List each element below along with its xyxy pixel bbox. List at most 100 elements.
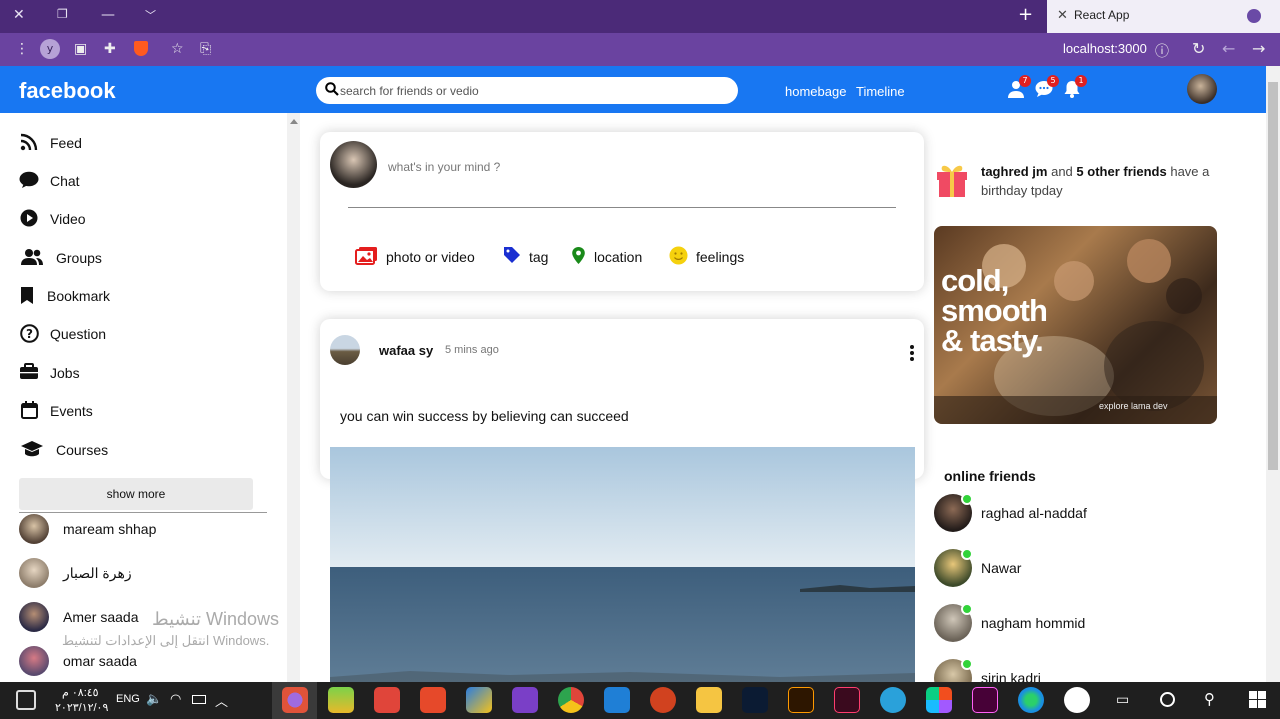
office-icon[interactable] [420,687,446,713]
online-status-dot [961,603,973,615]
browser-tab[interactable]: ✕ React App [1047,0,1280,33]
telegram-icon[interactable] [880,687,906,713]
close-tab-icon[interactable]: ✕ [1057,8,1068,23]
share-divider [348,207,896,208]
back-icon[interactable]: ← [1222,39,1235,58]
minimize-window-icon[interactable]: — [101,7,115,23]
share-option-feelings[interactable]: feelings [669,246,744,268]
sidebar-item-events[interactable]: Events [19,399,93,423]
friend-list-item[interactable]: Amer saada [19,602,138,632]
sidebar-item-feed[interactable]: Feed [19,131,82,155]
github-icon[interactable] [1064,687,1090,713]
birthday-others[interactable]: 5 other friends [1076,164,1166,179]
bluestacks-icon[interactable] [328,687,354,713]
online-friend-item[interactable]: raghad al-naddaf [934,493,1087,532]
search-bar[interactable] [316,77,738,104]
share-icon[interactable]: ⎘ [200,41,211,57]
online-friend-name: Nawar [981,560,1022,576]
tab-title: React App [1074,8,1130,22]
figma-icon[interactable] [926,687,952,713]
url-text[interactable]: localhost:3000 [1063,41,1147,56]
chrome-icon[interactable] [558,687,584,713]
post-avatar[interactable] [330,335,360,365]
taskbar-time[interactable]: ٠٨:٤٥ م [62,686,99,699]
search-taskbar-icon[interactable]: ⚲ [1204,690,1215,708]
search-input[interactable] [340,80,720,101]
sidebar-scrollbar[interactable] [287,113,300,682]
sidebar-item-question[interactable]: ? Question [19,322,106,346]
file-explorer-icon[interactable] [696,687,722,713]
illustrator-icon[interactable] [788,687,814,713]
friend-requests-button[interactable]: 7 [1007,75,1031,100]
vscode-icon[interactable] [604,687,630,713]
homepage-link[interactable]: homebage [785,84,846,99]
sidebar-item-chat[interactable]: Chat [19,169,80,193]
timeline-link[interactable]: Timeline [856,84,905,99]
reload-icon[interactable]: ↻ [1192,39,1205,58]
taskbar-language[interactable]: ENG [116,693,140,705]
snipping-tool-icon[interactable] [466,687,492,713]
edge-icon[interactable] [1018,687,1044,713]
share-avatar[interactable] [330,141,377,188]
sidebar-item-groups[interactable]: Groups [19,246,102,270]
postman-icon[interactable] [650,687,676,713]
site-info-icon[interactable]: ⓘ [1155,41,1169,61]
forward-icon[interactable]: → [1252,39,1265,58]
xd-icon[interactable] [972,687,998,713]
birthday-name[interactable]: taghred jm [981,164,1047,179]
messages-button[interactable]: 5 [1035,75,1059,100]
new-tab-button[interactable]: + [1018,4,1033,25]
scroll-up-arrow-icon[interactable] [290,119,298,124]
ad-banner[interactable]: cold, smooth & tasty. explore lama dev [934,226,1217,424]
post-more-icon[interactable] [906,344,918,366]
close-window-icon[interactable]: ✕ [13,7,25,23]
show-more-button[interactable]: show more [19,478,253,510]
sidebar-toggle-icon[interactable]: ▣ [74,41,87,57]
taskbar-date[interactable]: ٢٠٢٣/١٢/٠٩ [55,701,108,714]
brave-shield-icon[interactable] [134,41,148,56]
task-view-icon[interactable]: ▭ [1116,692,1129,708]
page-scrollbar[interactable] [1266,66,1280,682]
notifications-button[interactable]: 1 [1063,75,1087,100]
online-friend-item[interactable]: nagham hommid [934,603,1085,642]
share-input[interactable] [388,158,888,176]
battery-icon[interactable] [192,695,206,704]
extensions-icon[interactable]: ✚ [104,41,116,57]
friend-list-item[interactable]: زهرة الصبار [19,558,132,588]
online-friend-item[interactable]: Nawar [934,548,1022,587]
menu-dots-icon[interactable]: ⋮ [15,41,29,57]
browser-profile-avatar[interactable]: y [40,39,60,59]
share-option-photo[interactable]: photo or video [355,246,475,268]
post-image[interactable] [330,447,915,682]
visual-studio-icon[interactable] [512,687,538,713]
photoshop-icon[interactable] [742,687,768,713]
sidebar-item-courses[interactable]: Courses [19,438,108,462]
cortana-icon[interactable] [1160,692,1175,707]
friend-list-item[interactable]: omar saada [19,646,137,676]
profile-avatar[interactable] [1187,74,1217,104]
share-option-tag[interactable]: tag [503,246,548,267]
brave-browser-icon[interactable] [282,687,308,713]
indesign-icon[interactable] [834,687,860,713]
wifi-icon[interactable]: ◠ [170,692,181,707]
share-option-label: tag [529,248,549,265]
chevron-up-icon[interactable]: ︿ [215,691,228,710]
volume-icon[interactable]: 🔈 [146,692,162,707]
play-circle-icon [19,209,39,229]
share-option-location[interactable]: location [571,246,642,268]
chevron-down-icon[interactable]: ﹀ [145,7,156,23]
online-friend-item[interactable]: sirin kadri [934,659,1041,682]
post-username[interactable]: wafaa sy [379,343,433,358]
sidebar-item-jobs[interactable]: Jobs [19,361,80,385]
scrollbar-thumb[interactable] [1268,82,1278,470]
windows-start-icon[interactable] [1249,691,1266,708]
bookmark-star-icon[interactable]: ☆ [171,41,184,57]
notification-center-icon[interactable] [16,690,36,710]
sidebar-item-video[interactable]: Video [19,207,86,231]
restore-window-icon[interactable]: ❐ [57,7,68,21]
facebook-logo[interactable]: facebook [19,78,116,104]
sidebar-item-bookmark[interactable]: Bookmark [19,284,110,308]
friend-list-item[interactable]: maream shhap [19,514,156,544]
search-icon [325,82,339,100]
todoist-icon[interactable] [374,687,400,713]
